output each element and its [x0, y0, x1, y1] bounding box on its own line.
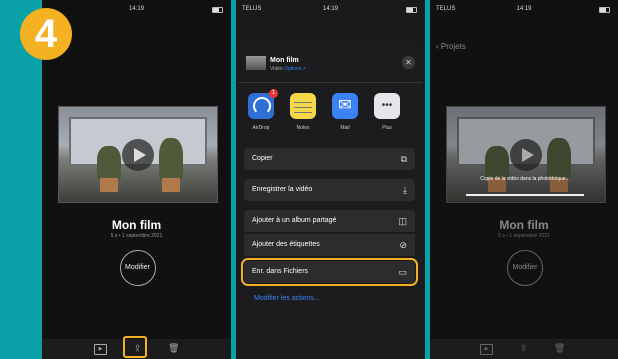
back-button[interactable]: ‹ Projets: [436, 42, 466, 51]
action-save-to-files[interactable]: Enr. dans Fichiers ▭: [241, 258, 418, 286]
pot-image: [162, 178, 180, 192]
airdrop-icon[interactable]: 1: [248, 89, 278, 119]
more-icon[interactable]: •••: [374, 93, 400, 119]
tag-icon: ⊘: [399, 240, 407, 250]
action-save-video[interactable]: Enregistrer la vidéo ⤓: [244, 179, 415, 201]
status-bar: TELUS 14:19: [236, 4, 425, 16]
action-label: Enregistrer la vidéo: [252, 186, 313, 193]
play-icon: [510, 138, 542, 171]
trash-icon: 🗑: [554, 343, 566, 353]
action-shared-album[interactable]: Ajouter à un album partagé ◫: [244, 210, 415, 232]
phone-screen-2: TELUS 14:19 Mon film Vidéo Options > ✕ 1…: [236, 0, 425, 359]
edit-actions-link[interactable]: Modifier les actions...: [254, 295, 320, 302]
play-icon: ▶: [480, 344, 493, 355]
options-link[interactable]: Options >: [284, 66, 306, 72]
plant-image: [485, 146, 509, 180]
play-icon[interactable]: ▶: [94, 344, 107, 355]
progress-bar: [466, 194, 584, 196]
share-highlight: [123, 336, 147, 358]
sheet-subtitle: Vidéo Options >: [270, 66, 306, 72]
video-preview[interactable]: [58, 106, 218, 203]
modify-button: Modifier: [507, 250, 543, 286]
sheet-title: Mon film: [270, 57, 299, 64]
pot-image: [100, 178, 118, 192]
share-sheet-header: Mon film Vidéo Options > ✕: [238, 42, 423, 83]
status-bar: 14:19: [42, 4, 231, 16]
app-label: Notes: [296, 125, 310, 131]
movie-title: Mon film: [499, 218, 549, 232]
status-bar: TELUS 14:19: [430, 4, 618, 16]
notification-badge: 1: [269, 89, 278, 98]
folder-icon: ▭: [398, 267, 407, 277]
battery-icon: [212, 7, 223, 13]
back-label: Projets: [440, 42, 466, 51]
plant-image: [97, 146, 121, 180]
status-time: 14:19: [516, 6, 532, 12]
action-label: Copier: [252, 155, 273, 162]
step-badge: 4: [20, 8, 72, 60]
movie-subtitle: 5 s • 1 septembre 2021: [110, 233, 163, 239]
plant-image: [547, 138, 571, 180]
action-copy[interactable]: Copier ⧉: [244, 148, 415, 170]
battery-icon: [599, 7, 610, 13]
share-sheet: Mon film Vidéo Options > ✕ 1 AirDrop Not…: [238, 42, 423, 359]
status-time: 14:19: [322, 6, 338, 12]
close-icon[interactable]: ✕: [402, 56, 415, 69]
movie-subtitle: 5 s • 1 septembre 2021: [498, 233, 550, 239]
copy-icon: ⧉: [400, 154, 407, 164]
modify-button[interactable]: Modifier: [119, 250, 156, 286]
battery-icon: [406, 7, 417, 13]
action-label: Ajouter à un album partagé: [252, 217, 337, 224]
action-label: Enr. dans Fichiers: [252, 268, 309, 275]
app-label: AirDrop: [252, 125, 270, 131]
movie-title: Mon film: [111, 218, 162, 232]
play-icon[interactable]: [122, 138, 154, 171]
sheet-type: Vidéo: [270, 66, 283, 72]
app-label: Plus: [382, 125, 392, 131]
plant-image: [159, 138, 183, 180]
shared-album-icon: ◫: [398, 216, 407, 226]
action-add-tags[interactable]: Ajouter des étiquettes ⊘: [244, 234, 415, 256]
phone-screen-1: 14:19 Mon film 5 s • 1 septembre 2021 Mo…: [42, 0, 231, 359]
copy-progress-text: Copie de la vidéo dans la photothèque...: [480, 176, 570, 182]
notes-icon[interactable]: [290, 93, 316, 119]
action-label: Ajouter des étiquettes: [252, 241, 320, 248]
mail-icon[interactable]: ✉: [332, 93, 358, 119]
bottom-toolbar: ▶ ⇪ 🗑: [430, 339, 618, 359]
app-label: Mail: [340, 125, 350, 131]
share-icon: ⇪: [519, 343, 528, 353]
trash-icon[interactable]: 🗑: [168, 344, 179, 353]
phone-screen-3: TELUS 14:19 ‹ Projets Copie de la vidéo …: [430, 0, 618, 359]
video-thumbnail: [246, 56, 266, 70]
status-time: 14:19: [128, 6, 144, 12]
video-preview: [446, 106, 606, 203]
download-icon: ⤓: [403, 185, 407, 195]
